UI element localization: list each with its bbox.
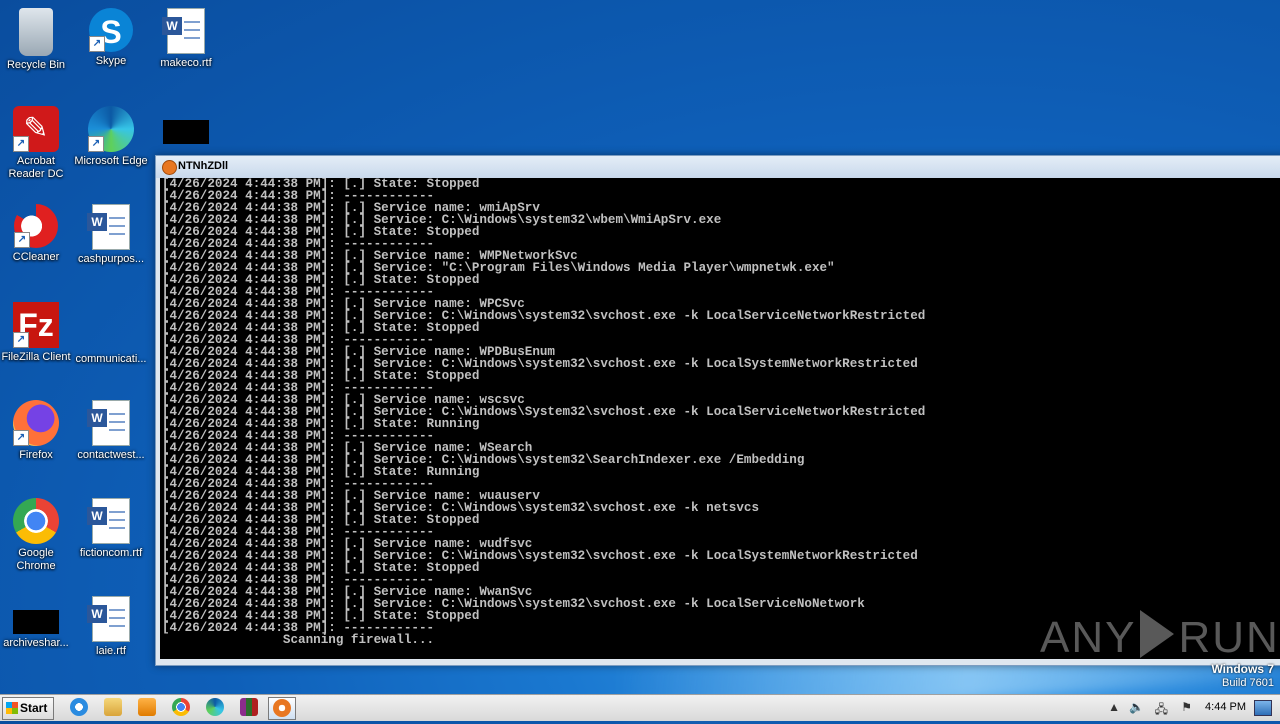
edge-icon: ↗ (88, 106, 134, 152)
console-output[interactable]: [4/26/2024 4:44:38 PM]: [.] State: Stopp… (160, 178, 1280, 659)
ntnhzdll-icon (273, 699, 291, 717)
app-icon (162, 160, 177, 175)
os-version: Windows 7 Build 7601 (1211, 662, 1274, 689)
word-document-icon: W (87, 596, 130, 642)
show-hidden-icons-icon[interactable]: ▲ (1108, 700, 1120, 714)
play-icon (1140, 610, 1175, 658)
start-button[interactable]: Start (2, 697, 54, 720)
desktop-icon-laie[interactable]: W laie.rtf (73, 596, 149, 658)
internet-explorer-icon (70, 698, 88, 716)
taskbar-media-player[interactable] (134, 697, 160, 718)
desktop-icon-communicati[interactable]: communicati... (73, 302, 149, 366)
desktop-icon-cashpurpos[interactable]: W cashpurpos... (73, 204, 149, 266)
ccleaner-icon: ↗ (14, 204, 58, 248)
desktop-icon-makeco[interactable]: W makeco.rtf (148, 8, 224, 70)
speaker-icon[interactable]: 🔈 (1129, 700, 1144, 714)
edge-icon (206, 698, 224, 716)
blank-file-icon (88, 302, 134, 350)
taskbar-winrar[interactable] (236, 697, 262, 718)
taskbar-edge[interactable] (202, 697, 228, 718)
acrobat-icon: ✎ ↗ (13, 106, 59, 152)
recycle-bin-icon (19, 8, 53, 56)
taskbar-clock[interactable]: 4:44 PM (1205, 701, 1246, 713)
word-document-icon: W (87, 204, 130, 250)
console-text: [4/26/2024 4:44:38 PM]: [.] State: Stopp… (160, 178, 1280, 634)
media-player-icon (138, 698, 156, 716)
firefox-icon: ↗ (13, 400, 59, 446)
word-document-icon: W (87, 400, 130, 446)
chrome-icon (13, 498, 59, 544)
desktop-icon-firefox[interactable]: ↗ Firefox (0, 400, 74, 462)
chrome-icon (172, 698, 190, 716)
windows-logo-icon (6, 702, 18, 714)
desktop-icon-skype[interactable]: S ↗ Skype (73, 8, 149, 68)
desktop-icon-recycle-bin[interactable]: Recycle Bin (0, 8, 74, 72)
word-document-icon: W (162, 8, 205, 54)
action-center-flag-icon[interactable]: ⚑ (1181, 700, 1192, 714)
redacted-icon (13, 610, 59, 634)
network-icon[interactable]: 🖧 (1155, 700, 1168, 721)
desktop-icon-filezilla[interactable]: Fz ↗ FileZilla Client (0, 302, 74, 364)
winrar-icon (240, 698, 258, 716)
taskbar: Start ▲ 🔈 🖧 ⚑ 4:44 PM (0, 694, 1280, 721)
window-title: NTNhZDll (178, 160, 229, 172)
desktop-icon-chrome[interactable]: Google Chrome (0, 498, 74, 573)
desktop-icon-fictioncom[interactable]: W fictioncom.rtf (73, 498, 149, 560)
desktop-icon-ccleaner[interactable]: ↗ CCleaner (0, 204, 74, 264)
taskbar-explorer[interactable] (100, 697, 126, 718)
anyrun-watermark: ANY RUN (1040, 610, 1280, 663)
skype-icon: S ↗ (89, 8, 133, 52)
desktop-icon-contactwest[interactable]: W contactwest... (73, 400, 149, 462)
console-window[interactable]: NTNhZDll [4/26/2024 4:44:38 PM]: [.] Sta… (155, 155, 1280, 666)
taskbar-ntnhzdll[interactable] (268, 697, 296, 720)
desktop-icon-redacted[interactable] (148, 106, 224, 147)
desktop-icon-edge[interactable]: ↗ Microsoft Edge (73, 106, 149, 168)
explorer-icon (104, 698, 122, 716)
taskbar-internet-explorer[interactable] (66, 697, 92, 718)
desktop-icon-acrobat[interactable]: ✎ ↗ Acrobat Reader DC (0, 106, 74, 181)
taskbar-chrome[interactable] (168, 697, 194, 718)
redacted-icon (163, 120, 209, 144)
word-document-icon: W (87, 498, 130, 544)
window-titlebar[interactable]: NTNhZDll (156, 156, 1280, 178)
desktop-icon-archiveshar[interactable]: archiveshar... (0, 596, 74, 650)
show-desktop-button[interactable] (1254, 700, 1272, 716)
filezilla-icon: Fz ↗ (13, 302, 59, 348)
